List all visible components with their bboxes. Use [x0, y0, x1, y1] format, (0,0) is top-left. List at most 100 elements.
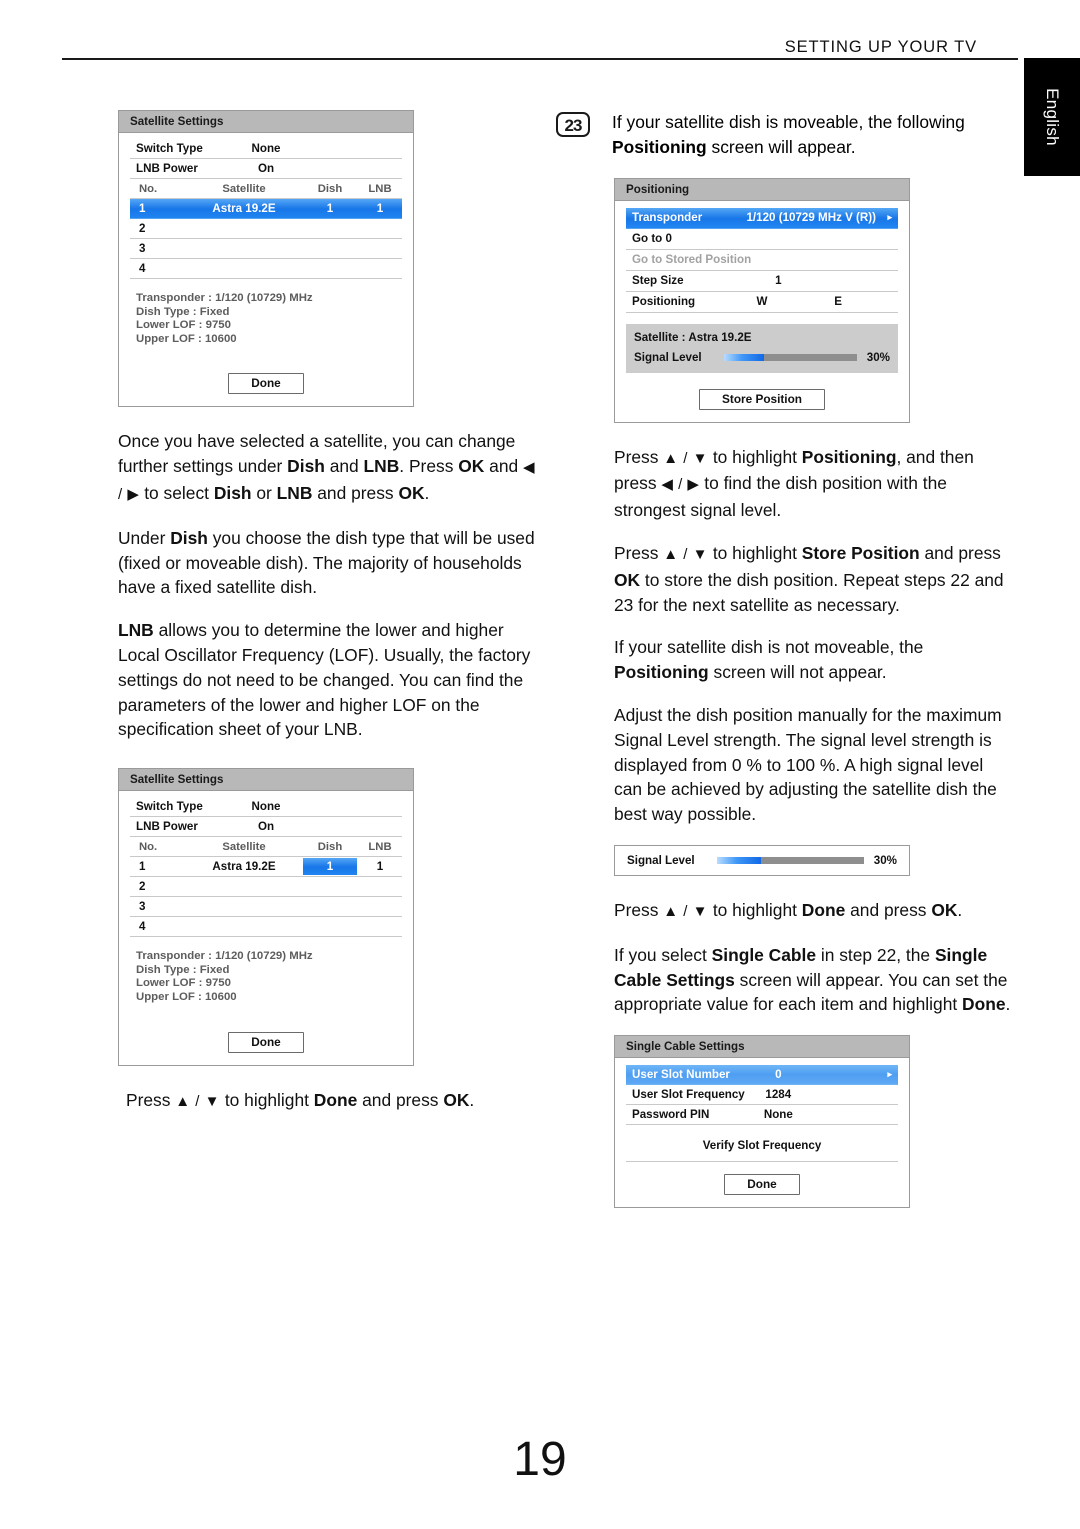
dialog-footer: Done	[130, 373, 402, 395]
menu-item-transponder[interactable]: Transponder 1/120 (10729 MHz V (R)) ▸	[626, 207, 898, 229]
go-to-0-label: Go to 0	[632, 232, 672, 246]
text-run: to store the dish position. Repeat steps…	[614, 569, 1004, 615]
up-down-arrow-icon: ▲ / ▼	[663, 902, 708, 920]
table-row[interactable]: 2	[130, 877, 402, 898]
paragraph-lnb: LNB allows you to determine the lower an…	[118, 618, 538, 742]
chevron-right-icon: ▸	[887, 1069, 892, 1080]
done-button[interactable]: Done	[228, 373, 304, 395]
positioning-east-label[interactable]: E	[834, 295, 842, 308]
text-run: .	[1005, 994, 1011, 1015]
up-down-arrow-icon: ▲ / ▼	[663, 449, 708, 467]
lnb-power-value: On	[257, 820, 275, 834]
paragraph-positioning-highlight: Press ▲ / ▼ to highlight Positioning, an…	[556, 445, 1016, 523]
up-down-arrow-icon: ▲ / ▼	[175, 1092, 220, 1110]
step-number-badge: 23	[556, 112, 590, 137]
text-run: screen will appear.	[706, 136, 856, 157]
text-run: screen will not appear.	[708, 662, 887, 683]
positioning-west-label[interactable]: W	[757, 295, 768, 308]
dialog-title: Satellite Settings	[119, 111, 413, 133]
page-number: 19	[513, 1433, 567, 1486]
dialog-title: Single Cable Settings	[615, 1036, 909, 1059]
cell-no: 2	[139, 880, 146, 894]
menu-item-positioning[interactable]: Positioning W E	[626, 292, 898, 313]
setting-row-switch-type[interactable]: Switch Type None	[130, 797, 402, 818]
table-row[interactable]: 1 Astra 19.2E 1 1	[130, 857, 402, 878]
column-header-satellite: Satellite	[222, 840, 266, 853]
column-header-dish: Dish	[317, 840, 343, 853]
column-header-no: No.	[139, 840, 158, 853]
dialog-footer: Done	[130, 1031, 402, 1053]
cell-lnb: 1	[376, 860, 384, 874]
verify-slot-frequency-item[interactable]: Verify Slot Frequency	[626, 1125, 898, 1163]
password-pin-label: Password PIN	[632, 1108, 710, 1122]
signal-level-box: Signal Level 30%	[614, 844, 910, 876]
setting-row-lnb-power[interactable]: LNB Power On	[130, 817, 402, 838]
menu-item-step-size[interactable]: Step Size 1	[626, 271, 898, 292]
transponder-label: Transponder	[632, 211, 703, 225]
signal-level-fill	[716, 856, 761, 864]
text-run: and press	[919, 542, 1001, 563]
step-text: If your satellite dish is moveable, the …	[612, 110, 1016, 160]
satellite-name-line: Satellite : Astra 19.2E	[634, 330, 752, 344]
step-size-label: Step Size	[632, 274, 684, 288]
signal-level-fill	[723, 353, 764, 361]
menu-item-user-slot-number[interactable]: User Slot Number 0 ▸	[626, 1065, 898, 1086]
text-run: .	[424, 482, 430, 503]
cell-dish-highlighted[interactable]: 1	[302, 858, 358, 876]
page-title: SETTING UP YOUR TV	[784, 38, 977, 56]
done-button[interactable]: Done	[228, 1031, 304, 1053]
info-dish-type: Dish Type : Fixed	[136, 305, 230, 318]
setting-row-switch-type[interactable]: Switch Type None	[130, 139, 402, 159]
column-header-no: No.	[139, 182, 158, 195]
switch-type-label: Switch Type	[136, 800, 203, 814]
text-run: .	[957, 899, 963, 920]
text-run: or	[251, 482, 277, 503]
text-run: and press	[312, 482, 399, 503]
go-to-stored-position-label: Go to Stored Position	[632, 253, 752, 267]
satellite-settings-dialog-2: Satellite Settings Switch Type None LNB …	[118, 768, 414, 1066]
cell-no: 3	[139, 900, 146, 914]
menu-item-password-pin[interactable]: Password PIN None	[626, 1105, 898, 1126]
table-row[interactable]: 2	[130, 219, 402, 239]
info-lower-lof: Lower LOF : 9750	[136, 977, 231, 990]
cell-satellite: Astra 19.2E	[212, 860, 276, 874]
text-run: Press	[614, 542, 664, 563]
signal-level-percent: 30%	[873, 853, 897, 867]
step-size-value: 1	[775, 274, 782, 288]
done-button[interactable]: Done	[724, 1174, 800, 1196]
switch-type-label: Switch Type	[136, 142, 203, 155]
text-run: Under	[118, 527, 171, 548]
table-row[interactable]: 3	[130, 897, 402, 918]
setting-row-lnb-power[interactable]: LNB Power On	[130, 159, 402, 179]
cell-no: 1	[139, 860, 146, 874]
text-run: to highlight	[220, 1089, 314, 1110]
text-bold: Dish	[170, 527, 208, 548]
menu-item-user-slot-frequency[interactable]: User Slot Frequency 1284	[626, 1085, 898, 1106]
text-bold: OK	[931, 899, 958, 920]
column-header-dish: Dish	[317, 182, 343, 195]
text-bold: OK	[398, 482, 425, 503]
table-row[interactable]: 3	[130, 239, 402, 259]
text-run: to highlight	[708, 446, 802, 467]
cell-no: 2	[139, 222, 146, 235]
text-bold: Done	[962, 994, 1006, 1015]
table-row[interactable]: 4	[130, 917, 402, 938]
text-run: to highlight	[708, 899, 802, 920]
text-run: and press	[357, 1089, 444, 1110]
store-position-button[interactable]: Store Position	[699, 388, 825, 410]
text-bold: OK	[443, 1089, 470, 1110]
table-row[interactable]: 1 Astra 19.2E 1 1	[130, 199, 402, 219]
info-upper-lof: Upper LOF : 10600	[136, 990, 237, 1003]
signal-level-percent: 30%	[866, 350, 890, 364]
user-slot-number-value: 0	[775, 1068, 782, 1082]
satellite-table-header: No. Satellite Dish LNB	[130, 837, 402, 858]
text-run: and	[324, 456, 364, 477]
header-divider	[62, 58, 1018, 60]
signal-level-bar	[716, 856, 864, 864]
menu-item-go-to-0[interactable]: Go to 0	[626, 229, 898, 250]
user-slot-frequency-label: User Slot Frequency	[632, 1088, 745, 1102]
chevron-right-icon: ▸	[887, 212, 892, 223]
cell-no: 1	[139, 202, 146, 215]
text-bold: Dish	[287, 456, 325, 477]
table-row[interactable]: 4	[130, 259, 402, 279]
